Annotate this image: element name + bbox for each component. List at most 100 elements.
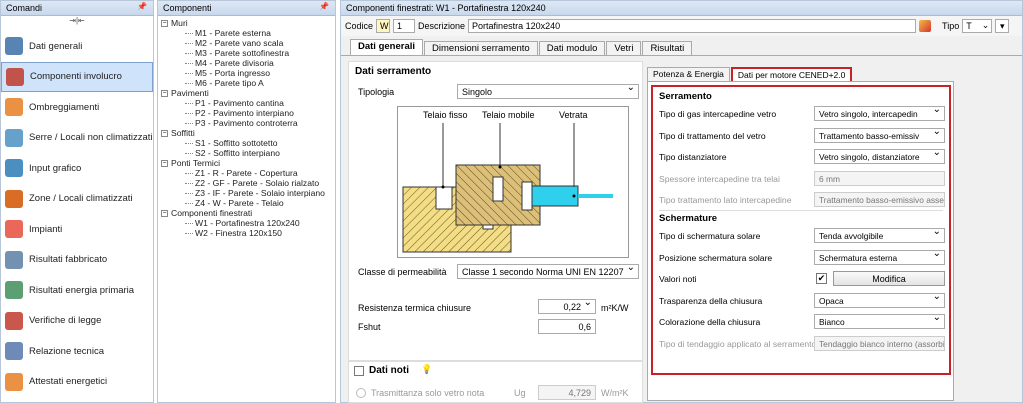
commands-panel: Comandi 📌 ⇥|⇤ Dati generali Componenti inv…	[0, 0, 154, 403]
tree-group[interactable]: − Pavimenti	[161, 88, 335, 98]
rows2-value[interactable]: Schermatura esterna	[814, 249, 945, 265]
nav-item-7[interactable]: Impianti	[1, 214, 153, 245]
ug-unit: W/m²K	[601, 388, 629, 398]
right-tabs: Potenza & Energia Dati per motore CENED+2…	[647, 67, 954, 81]
nav-item-11[interactable]: Relazione tecnica	[1, 336, 153, 367]
tree-item[interactable]: M5 - Porta ingresso	[161, 68, 335, 78]
valori-noti-checkbox[interactable]: ✔	[816, 273, 827, 284]
section-title: Dati serramento	[355, 66, 432, 77]
right-panel: Serramento Tipo di gas intercapedine vet…	[647, 81, 954, 401]
nav-item-9[interactable]: Risultati energia primaria	[1, 275, 153, 306]
tree-item[interactable]: P3 - Pavimento controterra	[161, 118, 335, 128]
nav-item-4[interactable]: Serre / Locali non climatizzati	[1, 123, 153, 154]
collapse-handle-icon[interactable]: ⇥|⇤	[1, 16, 153, 31]
tipo-select[interactable]: T ⌄	[962, 19, 993, 33]
nav-item-6[interactable]: Zone / Locali climatizzati	[1, 184, 153, 215]
rows2-label: Posizione schermatura solare	[659, 252, 773, 263]
color-picker-icon[interactable]	[919, 20, 932, 32]
tab-3[interactable]: Dati modulo	[538, 41, 606, 55]
permeabilita-select[interactable]: Classe 1 secondo Norma UNI EN 12207	[457, 264, 639, 279]
tree-item[interactable]: W2 - Finestra 120x150	[161, 228, 335, 238]
right-tab-2[interactable]: Dati per motore CENED+2.0	[730, 67, 853, 81]
tree-item[interactable]: M4 - Parete divisoria	[161, 58, 335, 68]
collapse-toggle-icon[interactable]: −	[161, 89, 168, 97]
rows1-label: Tipo di trattamento del vetro	[659, 130, 766, 141]
tree-item[interactable]: S1 - Soffitto sottotetto	[161, 138, 335, 148]
nav-item-3[interactable]: Ombreggiamenti	[1, 92, 153, 123]
nav-item-8[interactable]: Risultati fabbricato	[1, 245, 153, 276]
tree-item[interactable]: Z4 - W - Parete - Telaio	[161, 198, 335, 208]
codice-input[interactable]: 1	[393, 19, 416, 33]
flame-icon	[5, 220, 23, 239]
tree-item[interactable]: Z2 - GF - Parete - Solaio rialzato	[161, 178, 335, 188]
nav-item-5[interactable]: Input grafico	[1, 153, 153, 184]
tree-item[interactable]: M1 - Parete esterna	[161, 28, 335, 38]
modifica-button[interactable]: Modifica	[833, 271, 945, 286]
fshut-input[interactable]: 0,6	[538, 319, 596, 334]
pin-icon[interactable]: 📌	[319, 2, 329, 11]
tree-group[interactable]: − Componenti finestrati	[161, 208, 335, 218]
tab-4[interactable]: Vetri	[606, 41, 642, 55]
tree-group[interactable]: − Muri	[161, 18, 335, 28]
tree-item[interactable]: Z3 - IF - Parete - Solaio interpiano	[161, 188, 335, 198]
commands-panel-title: Comandi 📌	[1, 1, 153, 16]
header-row: Codice W 1 Descrizione Portafinestra 120…	[341, 16, 1022, 36]
rows2-label: Valori noti	[659, 274, 697, 284]
nav-item-10[interactable]: Verifiche di legge	[1, 306, 153, 337]
rows1-value[interactable]: Vetro singolo, intercapedin	[814, 106, 945, 121]
chevron-down-icon: ⌄	[981, 20, 990, 30]
components-tree: − Muri M1 - Parete esterna M2 - Parete vano…	[158, 16, 335, 238]
rows1-value[interactable]: Trattamento basso-emissiv	[814, 127, 945, 143]
components-tree-panel: Componenti 📌 − Muri M1 - Parete esterna M2 -…	[157, 0, 336, 403]
dati-noti-checkbox[interactable]	[354, 366, 364, 376]
tree-item[interactable]: M6 - Parete tipo A	[161, 78, 335, 88]
descrizione-input[interactable]: Portafinestra 120x240	[468, 19, 917, 33]
rows2-value[interactable]: Tenda avvolgibile	[814, 228, 945, 243]
window-section-diagram: Telaio fisso Telaio mobile Vetrata	[397, 106, 629, 258]
tree-item[interactable]: M2 - Parete vano scala	[161, 38, 335, 48]
rows2-label: Colorazione della chiusura	[659, 317, 761, 327]
codice-prefix: W	[376, 19, 391, 33]
lightbulb-icon: 💡	[421, 364, 433, 374]
tree-item[interactable]: W1 - Portafinestra 120x240	[161, 218, 335, 228]
collapse-toggle-icon[interactable]: −	[161, 129, 168, 137]
collapse-toggle-icon[interactable]: −	[161, 19, 168, 27]
collapse-toggle-icon[interactable]: −	[161, 209, 168, 217]
telaio-fisso-label: Telaio fisso	[423, 110, 468, 120]
resistenza-label: Resistenza termica chiusure	[358, 303, 472, 313]
tree-group[interactable]: − Soffitti	[161, 128, 335, 138]
greenhouse-icon	[5, 128, 23, 147]
right-tab-1[interactable]: Potenza & Energia	[647, 67, 730, 81]
rows2-value[interactable]: Bianco	[814, 314, 945, 329]
main-panel: Componenti finestrati: W1 - Portafinestr…	[340, 0, 1023, 403]
tree-item[interactable]: P1 - Pavimento cantina	[161, 98, 335, 108]
more-options-button[interactable]: ▾	[995, 19, 1010, 33]
house-icon	[5, 189, 23, 208]
resistenza-unit: m²K/W	[601, 303, 629, 313]
collapse-toggle-icon[interactable]: −	[161, 159, 168, 167]
tab-5[interactable]: Risultati	[642, 41, 693, 55]
rows2-value[interactable]: Opaca	[814, 292, 945, 308]
tab-2[interactable]: Dimensioni serramento	[424, 41, 538, 55]
shading-icon	[5, 98, 23, 117]
tree-item[interactable]: S2 - Soffitto interpiano	[161, 148, 335, 158]
tree-group[interactable]: − Ponti Termici	[161, 158, 335, 168]
tipologia-label: Tipologia	[358, 87, 395, 97]
trasmittanza-radio[interactable]	[356, 388, 366, 398]
tipologia-select[interactable]: Singolo	[457, 84, 639, 99]
nav-item-12[interactable]: Attestati energetici	[1, 367, 153, 398]
tree-item[interactable]: Z1 - R - Parete - Copertura	[161, 168, 335, 178]
tree-item[interactable]: M3 - Parete sottofinestra	[161, 48, 335, 58]
pin-icon[interactable]: 📌	[137, 2, 147, 11]
descrizione-label: Descrizione	[418, 21, 466, 31]
tree-item[interactable]: P2 - Pavimento interpiano	[161, 108, 335, 118]
resistenza-input[interactable]: 0,22	[538, 299, 596, 314]
telaio-mobile-label: Telaio mobile	[482, 110, 535, 120]
tab-1[interactable]: Dati generali	[350, 39, 424, 55]
main-tabs: Dati generali Dimensioni serramento Dati m…	[341, 39, 1022, 56]
nav-item-2[interactable]: Componenti involucro	[1, 61, 153, 92]
rows1-value[interactable]: Vetro singolo, distanziatore	[814, 149, 945, 164]
rows1-value: Trattamento basso-emissivo assent	[814, 192, 945, 207]
trasmittanza-label: Trasmittanza solo vetro nota	[371, 388, 485, 398]
nav-item-1[interactable]: Dati generali	[1, 31, 153, 62]
